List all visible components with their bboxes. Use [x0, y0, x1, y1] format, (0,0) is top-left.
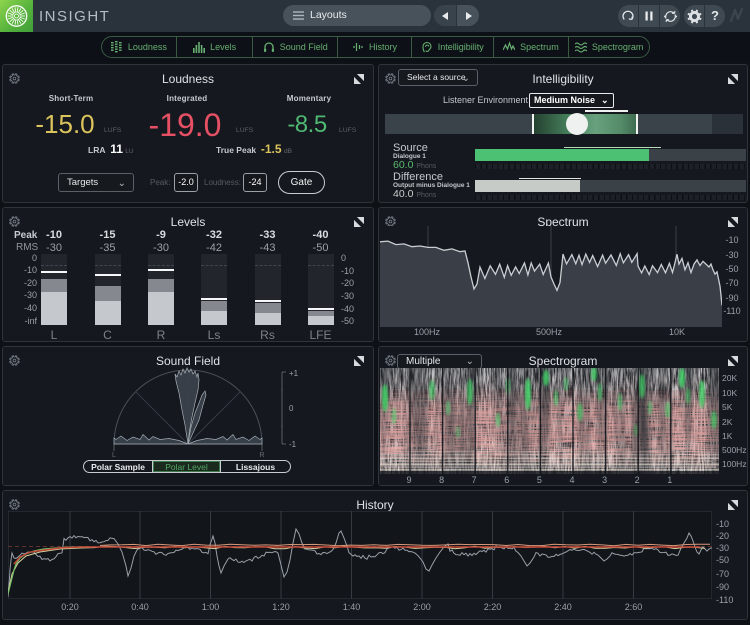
svg-text:+1: +1: [289, 369, 299, 378]
svg-text:-1: -1: [289, 440, 297, 447]
svg-text:R: R: [259, 452, 264, 457]
svg-text:L: L: [112, 452, 116, 457]
svg-text:0: 0: [289, 404, 294, 413]
